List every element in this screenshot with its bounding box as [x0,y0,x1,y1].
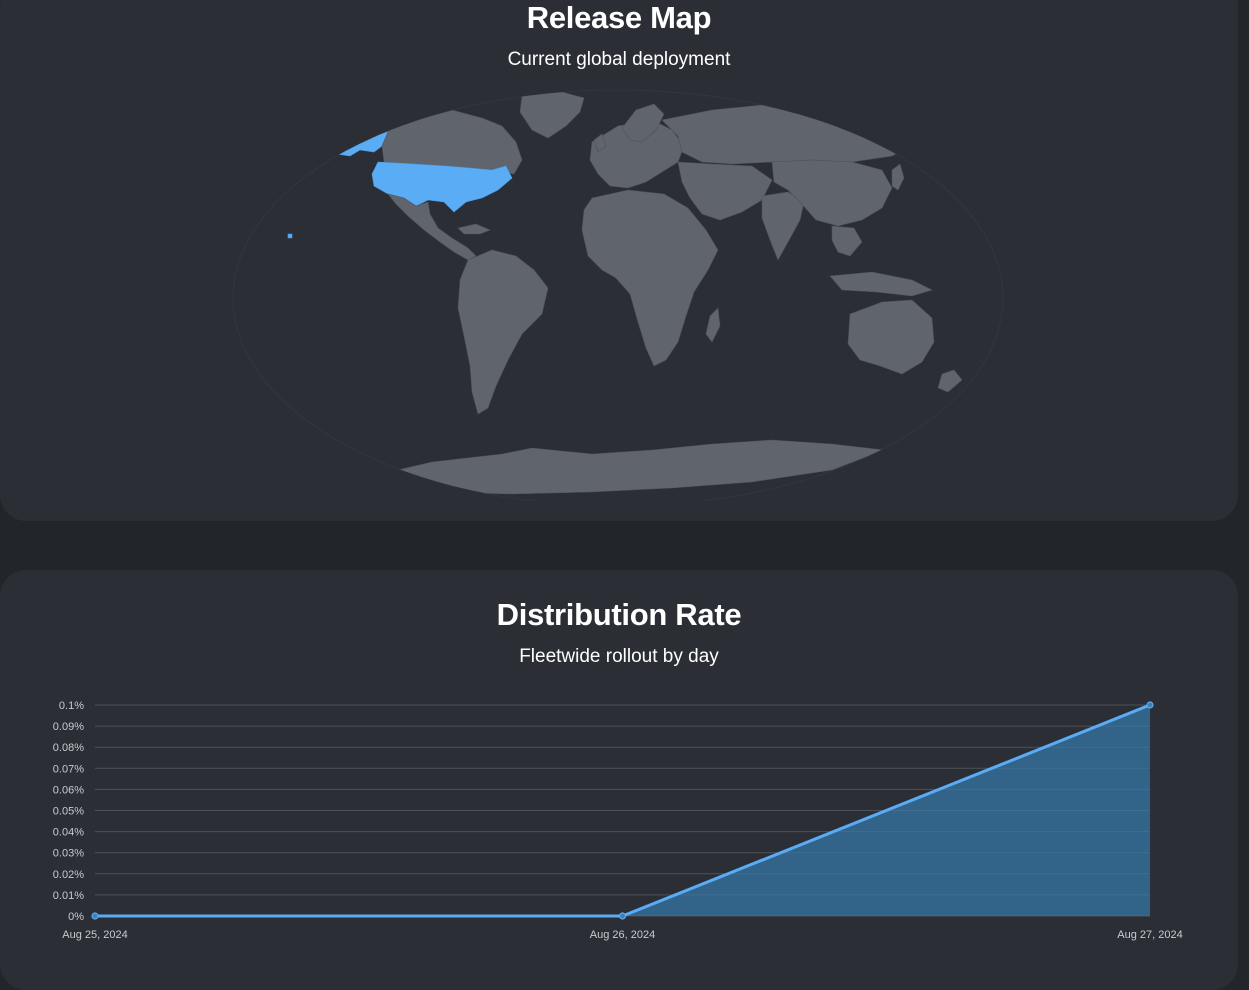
y-tick-label: 0.04% [53,827,84,839]
x-tick-label: Aug 27, 2024 [1117,929,1182,941]
region-hawaii[interactable] [287,233,293,239]
region-australia[interactable] [847,299,935,375]
x-tick-label: Aug 26, 2024 [590,929,655,941]
distribution-rate-chart: 0% 0.01% 0.02% 0.03% 0.04% 0.05% 0.06% 0.07% 0.0… [53,700,1183,941]
region-antarctica[interactable] [371,439,885,495]
y-tick-label: 0.05% [53,806,84,818]
y-tick-label: 0.06% [53,784,84,796]
data-point[interactable] [1146,701,1154,709]
region-southeast-asia[interactable] [831,225,863,257]
region-middle-east[interactable] [677,161,773,221]
region-madagascar[interactable] [705,307,721,343]
region-russia[interactable] [661,103,923,165]
y-tick-label: 0.03% [53,848,84,860]
region-africa[interactable] [581,189,719,367]
release-map-title: Release Map [526,0,712,35]
region-japan[interactable] [891,163,905,191]
y-tick-label: 0.02% [53,869,84,881]
release-map-subtitle: Current global deployment [507,49,731,70]
region-south-america[interactable] [457,249,549,415]
world-map [232,90,1004,501]
region-alaska[interactable] [313,115,389,157]
y-tick-label: 0.09% [53,721,84,733]
region-greenland[interactable] [519,91,585,139]
y-tick-label: 0.01% [53,890,84,902]
distribution-rate-card: Distribution Rate Fleetwide rollout by d… [0,570,1238,990]
region-caribbean[interactable] [457,223,491,235]
release-map-card: Release Map Current global deployment [0,0,1238,521]
x-tick-label: Aug 25, 2024 [62,929,127,941]
y-tick-label: 0.1% [59,700,84,712]
data-point[interactable] [618,912,627,920]
data-point[interactable] [91,912,99,920]
region-new-zealand[interactable] [937,369,963,393]
y-tick-label: 0.07% [53,763,84,775]
y-tick-label: 0% [68,911,84,923]
y-tick-label: 0.08% [53,742,84,754]
region-india[interactable] [761,191,805,261]
region-indonesia[interactable] [829,271,933,297]
